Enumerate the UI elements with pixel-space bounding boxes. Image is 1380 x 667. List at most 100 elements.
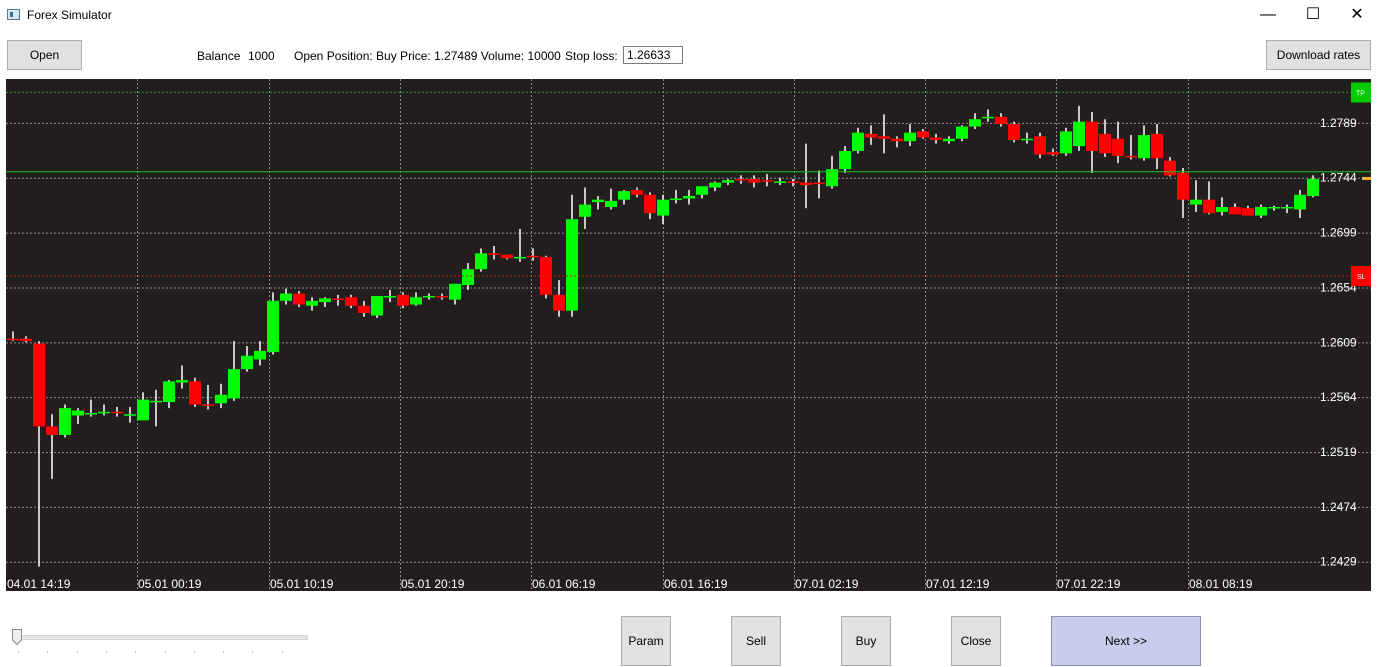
candle-body [124, 414, 136, 416]
candle-body [1073, 121, 1085, 147]
candle-body [150, 400, 162, 403]
candle-body [397, 294, 409, 306]
candle-body [579, 204, 591, 217]
window-title: Forex Simulator [27, 8, 112, 22]
candle-body [462, 269, 474, 286]
y-axis-label: 1.2519 [1320, 445, 1357, 459]
candle-body [774, 181, 786, 183]
candle-body [917, 131, 929, 138]
candle-body [1242, 208, 1254, 216]
candle-body [1294, 194, 1306, 210]
candle-body [839, 150, 851, 170]
maximize-button[interactable]: ☐ [1290, 0, 1336, 30]
slider-tick [76, 651, 78, 653]
y-axis-label: 1.2474 [1320, 500, 1357, 514]
next-button[interactable]: Next >> [1051, 616, 1201, 666]
candle-body [553, 294, 565, 311]
candle-body [384, 295, 396, 298]
x-axis-label: 07.01 02:19 [795, 577, 859, 591]
candle-body [1099, 133, 1111, 154]
candle-body [20, 338, 32, 342]
candle-body [1255, 207, 1267, 216]
candle-body [761, 180, 773, 182]
y-axis-label: 1.2744 [1320, 171, 1357, 185]
candle-body [241, 355, 253, 370]
candle-body [904, 132, 916, 142]
candle-body [202, 404, 214, 406]
slider-track[interactable] [14, 635, 308, 640]
candle-body [1281, 207, 1293, 209]
minimize-button[interactable]: — [1245, 0, 1291, 30]
sell-button[interactable]: Sell [731, 616, 781, 666]
candle-body [163, 381, 175, 403]
slider-tick [193, 651, 195, 653]
candle-body [1268, 207, 1280, 209]
candle-body [46, 426, 58, 435]
candle-body [306, 300, 318, 306]
candle-body [1047, 152, 1059, 155]
candle-body [1164, 160, 1176, 176]
title-bar: Forex Simulator — ☐ ✕ [0, 0, 1380, 30]
slider-tick [135, 651, 137, 653]
slider-tick [47, 651, 49, 653]
param-button[interactable]: Param [621, 616, 671, 666]
candle-body [878, 136, 890, 139]
candle-body [1034, 136, 1046, 155]
candle-body [787, 181, 799, 183]
candle-body [592, 199, 604, 203]
stop-loss-input[interactable] [623, 46, 683, 64]
candle-body [969, 119, 981, 127]
candle-body [618, 191, 630, 200]
candle-body [215, 394, 227, 404]
slider-thumb[interactable] [12, 629, 22, 645]
candle-body [527, 255, 539, 258]
candle-body [449, 283, 461, 300]
candle-body [332, 298, 344, 300]
candle-body [189, 381, 201, 405]
price-chart[interactable]: 1.27891.27441.26991.26541.26091.25641.25… [6, 79, 1371, 591]
candle-body [566, 219, 578, 311]
candle-body [358, 305, 370, 314]
candle-body [137, 399, 149, 421]
x-axis-label: 05.01 10:19 [270, 577, 334, 591]
candle-body [1151, 133, 1163, 159]
x-axis-label: 06.01 06:19 [532, 577, 596, 591]
close-window-button[interactable]: ✕ [1334, 0, 1380, 30]
x-axis-label: 05.01 20:19 [401, 577, 465, 591]
candle-body [280, 293, 292, 301]
candle-body [436, 295, 448, 298]
open-button[interactable]: Open [7, 40, 82, 70]
buy-button[interactable]: Buy [841, 616, 891, 666]
candle-body [748, 178, 760, 183]
candle-body [709, 182, 721, 188]
candle-body [865, 133, 877, 138]
x-axis-label: 05.01 00:19 [138, 577, 202, 591]
candle-body [488, 253, 500, 255]
slider-tick [105, 651, 107, 653]
slider-tick [164, 651, 166, 653]
candle-body [943, 138, 955, 142]
x-axis-label: 04.01 14:19 [7, 577, 71, 591]
candle-body [1229, 207, 1241, 215]
open-position-text: Open Position: Buy Price: 1.27489 Volume… [294, 49, 561, 63]
candle-body [410, 297, 422, 305]
candle-body [930, 137, 942, 140]
candle-body [475, 253, 487, 270]
candle-body [800, 182, 812, 186]
download-rates-button[interactable]: Download rates [1266, 40, 1371, 70]
candle-body [683, 196, 695, 199]
slider-tick [223, 651, 225, 653]
x-axis-label: 07.01 22:19 [1057, 577, 1121, 591]
candle-body [33, 343, 45, 427]
tp-marker-label: TP [1356, 90, 1365, 97]
candle-body [1190, 199, 1202, 205]
candle-body [319, 298, 331, 303]
candle-body [59, 408, 71, 435]
candle-body [735, 178, 747, 181]
candle-body [228, 369, 240, 399]
close-position-button[interactable]: Close [951, 616, 1001, 666]
slider-tick [252, 651, 254, 653]
candle-body [605, 200, 617, 207]
app-icon [7, 9, 20, 20]
candle-body [85, 413, 97, 415]
